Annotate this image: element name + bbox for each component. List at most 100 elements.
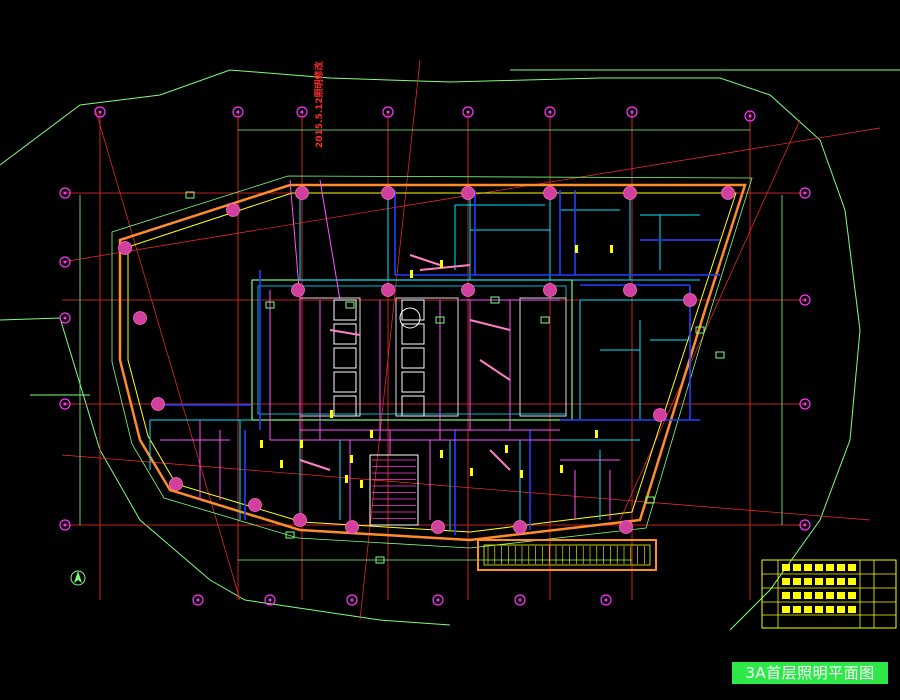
- title-block-text-mark: [782, 592, 790, 599]
- light-fixture: [300, 440, 303, 448]
- elevator-car: [333, 395, 357, 417]
- column: [623, 186, 637, 200]
- emergency-light: [715, 351, 725, 359]
- light-fixture: [350, 455, 353, 463]
- title-block-text-mark: [804, 606, 812, 613]
- axis-bubble-icon: [600, 594, 612, 606]
- axis-line-diag: [61, 454, 871, 521]
- circuit: [319, 179, 341, 301]
- column: [248, 498, 262, 512]
- elevator-car: [401, 395, 425, 417]
- title-block-text-mark: [837, 578, 845, 585]
- title-block-text-mark: [782, 578, 790, 585]
- canopy-inner: [483, 544, 651, 566]
- column: [293, 513, 307, 527]
- axis-bubble-icon: [346, 594, 358, 606]
- light-fixture: [560, 465, 563, 473]
- title-block-text-mark: [815, 592, 823, 599]
- column: [623, 283, 637, 297]
- light-fixture: [440, 260, 443, 268]
- exterior-wall: [118, 183, 747, 542]
- light-fixture: [610, 245, 613, 253]
- title-block-text-mark: [782, 606, 790, 613]
- title-block-text-mark: [837, 606, 845, 613]
- column: [431, 520, 445, 534]
- entrance-canopy: [477, 539, 657, 571]
- title-block-text-mark: [793, 578, 801, 585]
- title-block-text-mark: [837, 564, 845, 571]
- site-boundary: [0, 69, 900, 631]
- circuit-home-run: [409, 254, 441, 266]
- column: [461, 186, 475, 200]
- elevator-car: [333, 371, 357, 393]
- light-fixture: [595, 430, 598, 438]
- title-block-text-mark: [826, 592, 834, 599]
- title-block-text-mark: [804, 592, 812, 599]
- light-fixture: [370, 430, 373, 438]
- column: [295, 186, 309, 200]
- title-block-text-mark: [848, 592, 856, 599]
- shaft: [395, 297, 459, 417]
- column: [226, 203, 240, 217]
- light-fixture: [345, 475, 348, 483]
- column: [151, 397, 165, 411]
- column: [291, 283, 305, 297]
- drawing-title: 3A首层照明平面图: [732, 662, 888, 684]
- light-fixture: [410, 270, 413, 278]
- shaft: [299, 297, 361, 417]
- shaft: [519, 297, 567, 417]
- elevator-car: [401, 347, 425, 369]
- light-fixture: [440, 450, 443, 458]
- title-block-text-mark: [826, 578, 834, 585]
- core-fixture: [399, 307, 421, 329]
- column: [345, 520, 359, 534]
- circuit-home-run: [419, 264, 471, 271]
- light-fixture: [360, 480, 363, 488]
- column: [653, 408, 667, 422]
- title-block-text-mark: [815, 606, 823, 613]
- north-arrow-icon: [70, 570, 86, 586]
- column: [118, 241, 132, 255]
- title-block-text-mark: [848, 606, 856, 613]
- light-fixture: [330, 410, 333, 418]
- column: [169, 477, 183, 491]
- stair: [369, 454, 419, 526]
- axis-line-diag: [619, 119, 801, 521]
- axis-bubble-icon: [59, 256, 71, 268]
- circuit-home-run: [299, 459, 331, 471]
- circuit-home-run: [469, 319, 511, 331]
- title-block-text-mark: [826, 564, 834, 571]
- emergency-light: [345, 301, 355, 309]
- axis-bubble-icon: [432, 594, 444, 606]
- title-block-text-mark: [793, 606, 801, 613]
- elevator-car: [401, 299, 425, 321]
- column: [721, 186, 735, 200]
- axis-line-diag: [94, 107, 241, 601]
- light-fixture: [280, 460, 283, 468]
- revision-note: 2015.5.12照明修改: [313, 60, 325, 148]
- canopy-outline: [477, 539, 657, 571]
- title-block-text-mark: [804, 564, 812, 571]
- light-fixture: [575, 245, 578, 253]
- column: [381, 283, 395, 297]
- column: [513, 520, 527, 534]
- light-fixture: [505, 445, 508, 453]
- elevator-car: [401, 371, 425, 393]
- floor-plan-canvas: 2015.5.12照明修改: [0, 59, 900, 631]
- title-block-text-mark: [826, 606, 834, 613]
- title-block: [761, 559, 897, 629]
- column: [543, 283, 557, 297]
- axis-bubble-icon: [192, 594, 204, 606]
- title-block-text-mark: [793, 592, 801, 599]
- title-block-text-mark: [848, 564, 856, 571]
- title-block-text-mark: [815, 564, 823, 571]
- title-block-text-mark: [782, 564, 790, 571]
- exterior-wall-inner: [127, 192, 737, 533]
- axis-bubble-icon: [514, 594, 526, 606]
- title-block-text-mark: [815, 578, 823, 585]
- emergency-light: [540, 316, 550, 324]
- column: [543, 186, 557, 200]
- column: [381, 186, 395, 200]
- light-fixture: [520, 470, 523, 478]
- title-block-text-mark: [837, 592, 845, 599]
